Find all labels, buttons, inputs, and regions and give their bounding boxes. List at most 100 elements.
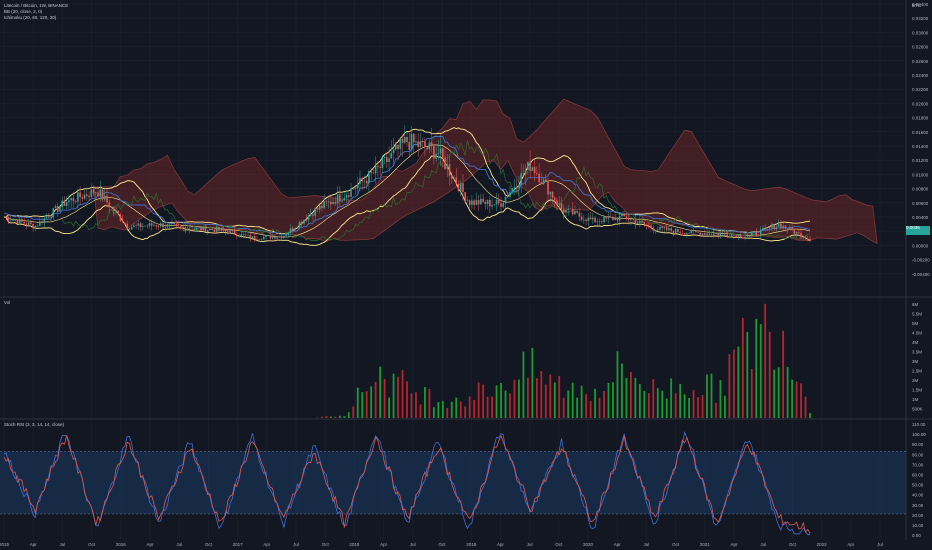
- rsi-axis-label: 70.00: [912, 462, 924, 467]
- volume-bar: [424, 387, 426, 418]
- candle-body: [245, 234, 247, 236]
- candle-body: [108, 202, 111, 208]
- candle-body: [695, 231, 697, 233]
- candle-body: [504, 197, 507, 204]
- candle-body: [233, 230, 236, 235]
- candle-body: [468, 200, 471, 205]
- candle-body: [605, 216, 608, 219]
- volume-bar: [540, 370, 543, 418]
- candle-body: [218, 227, 220, 231]
- candle-body: [171, 223, 173, 225]
- candle-body: [408, 142, 411, 150]
- volume-bar: [589, 401, 592, 418]
- chart-canvas[interactable]: 0.034000.032000.030000.028000.026000.024…: [0, 0, 932, 550]
- volume-axis-label: 1M: [912, 397, 919, 402]
- time-axis-label: 2018: [349, 542, 360, 547]
- candle-body: [300, 221, 303, 224]
- candle-body: [677, 228, 679, 233]
- volume-bar: [638, 383, 641, 418]
- candle-body: [627, 219, 630, 220]
- price-axis-label: 0.02000: [912, 101, 929, 106]
- candle-body: [459, 183, 462, 191]
- candle-body: [83, 194, 86, 199]
- candle-body: [757, 234, 760, 236]
- candle-body: [542, 179, 545, 184]
- candle-body: [419, 141, 422, 147]
- candle-body: [356, 184, 359, 188]
- volume-bar: [786, 366, 789, 418]
- volume-bar: [558, 375, 561, 418]
- volume-bar: [692, 390, 695, 418]
- candle-body: [724, 233, 726, 235]
- candle-body: [471, 200, 473, 205]
- candle-body: [347, 195, 350, 197]
- candle-body: [742, 237, 744, 238]
- time-axis-label: Oct: [789, 542, 797, 547]
- price-axis-label: 0.00000: [912, 243, 929, 248]
- candle-body: [789, 227, 791, 230]
- candle-body: [27, 222, 30, 226]
- candle-body: [227, 231, 229, 234]
- candle-body: [784, 225, 787, 229]
- candle-body: [117, 210, 119, 215]
- candle-body: [336, 194, 339, 204]
- candle-body: [500, 203, 502, 207]
- candle-body: [600, 221, 603, 223]
- candle-body: [733, 234, 735, 236]
- volume-bar: [450, 401, 453, 418]
- candle-body: [377, 165, 379, 167]
- candle-body: [417, 141, 419, 147]
- volume-bar: [356, 387, 359, 418]
- rsi-axis-label: 10.00: [912, 523, 924, 528]
- candle-body: [782, 225, 784, 229]
- volume-bar: [746, 332, 749, 418]
- volume-bar: [679, 383, 682, 418]
- candle-body: [645, 224, 648, 226]
- candle-body: [489, 200, 491, 207]
- volume-bar: [567, 390, 570, 418]
- volume-bar: [406, 381, 408, 418]
- candle-body: [455, 177, 458, 184]
- ichimoku-cloud: [93, 98, 878, 245]
- candle-body: [567, 208, 569, 210]
- volume-axis-label: 3M: [912, 359, 919, 364]
- candle-body: [94, 192, 97, 194]
- candle-body: [298, 221, 301, 228]
- candle-body: [768, 227, 771, 229]
- rsi-axis-label: 100.00: [912, 432, 926, 437]
- price-axis-label: 0.01400: [912, 144, 929, 149]
- candle-body: [276, 237, 278, 239]
- stoch-rsi-label[interactable]: Stoch RSI (3, 3, 14, 14, close): [4, 422, 64, 428]
- volume-bar: [755, 318, 758, 418]
- volume-bar: [629, 372, 632, 418]
- volume-bar: [670, 378, 673, 418]
- candle-body: [14, 220, 16, 221]
- volume-bar: [777, 367, 780, 418]
- candle-body: [381, 157, 384, 168]
- volume-bar: [706, 374, 708, 418]
- volume-bar: [392, 373, 395, 418]
- candle-body: [112, 206, 115, 211]
- volume-axis-label: 1.5M: [912, 388, 922, 393]
- rsi-axis-label: 30.00: [912, 503, 924, 508]
- price-axis-label: 0.01000: [912, 172, 929, 177]
- candle-body: [318, 205, 321, 210]
- candle-body: [63, 200, 66, 206]
- candle-body: [625, 216, 628, 220]
- candle-body: [7, 217, 10, 222]
- candle-body: [674, 228, 677, 233]
- candle-body: [735, 235, 737, 238]
- candle-body: [206, 230, 209, 232]
- candle-body: [403, 136, 406, 143]
- time-axis-label: Apr: [730, 542, 738, 547]
- volume-bar: [791, 379, 793, 418]
- candle-body: [804, 237, 807, 239]
- volume-bar: [697, 397, 699, 418]
- time-axis-label: 2016: [116, 542, 127, 547]
- candle-body: [654, 230, 657, 231]
- volume-label[interactable]: Vol: [4, 300, 10, 306]
- candle-body: [177, 224, 180, 226]
- ichimoku-indicator-label[interactable]: Ichimoku (20, 60, 120, 30): [4, 15, 56, 21]
- candle-body: [124, 222, 126, 224]
- candle-body: [661, 226, 664, 228]
